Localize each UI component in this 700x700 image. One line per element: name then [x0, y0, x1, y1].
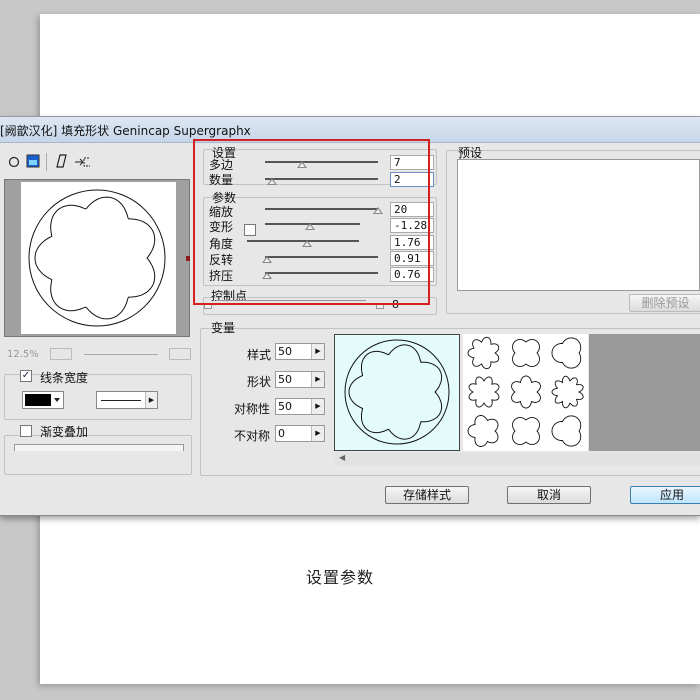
- line-style-preview: [101, 400, 141, 401]
- variation-thumbnail[interactable]: [551, 337, 582, 369]
- gradient-checkbox[interactable]: [20, 425, 32, 437]
- cancel-button[interactable]: 取消: [507, 486, 591, 504]
- gradient-bar[interactable]: [14, 444, 184, 451]
- shape-value: 50: [278, 373, 292, 386]
- variation-label: 变量: [211, 321, 236, 335]
- variation-thumbnail[interactable]: [468, 376, 500, 408]
- symmetry-spinner[interactable]: 50 ▶: [275, 398, 325, 415]
- shape-preview: [21, 182, 176, 334]
- variation-scrollbar[interactable]: ◀: [335, 453, 700, 465]
- symmetry-label: 对称性: [234, 402, 271, 416]
- style-label: 样式: [247, 348, 272, 362]
- resize-handle[interactable]: [186, 256, 190, 261]
- shape-preview-panel: [4, 179, 190, 337]
- line-color-picker[interactable]: [22, 391, 64, 409]
- presets-list[interactable]: [457, 159, 700, 291]
- transform-icon[interactable]: [74, 155, 90, 169]
- zoom-level: 12.5%: [7, 349, 39, 360]
- chevron-right-icon[interactable]: ▶: [311, 344, 324, 359]
- symmetry-value: 50: [278, 400, 292, 413]
- shape-label: 形状: [247, 375, 272, 389]
- shape-icon[interactable]: [53, 154, 69, 168]
- delete-preset-button[interactable]: 删除预设: [629, 294, 700, 312]
- chevron-right-icon: ▶: [145, 392, 157, 408]
- variation-thumbnail[interactable]: [512, 339, 540, 367]
- gradient-label: 渐变叠加: [40, 425, 89, 439]
- variation-thumbnail[interactable]: [511, 375, 541, 409]
- chevron-right-icon[interactable]: ▶: [311, 399, 324, 414]
- variation-thumbnail[interactable]: [512, 417, 540, 445]
- gradient-group: [4, 435, 192, 475]
- zoom-slider[interactable]: [84, 354, 158, 355]
- chevron-right-icon[interactable]: ▶: [311, 372, 324, 387]
- chevron-right-icon[interactable]: ▶: [311, 426, 324, 441]
- variation-thumbnails[interactable]: [463, 334, 588, 451]
- toolbar-divider: [46, 153, 47, 171]
- zoom-in-button[interactable]: [169, 348, 191, 360]
- variation-selected-preview[interactable]: [334, 334, 460, 451]
- fill-shape-dialog: [阙歆汉化] 填充形状 Genincap Supergraphx 12.5% ✓…: [0, 116, 700, 516]
- style-spinner[interactable]: 50 ▶: [275, 343, 325, 360]
- line-color-swatch: [25, 394, 51, 406]
- variation-thumbnail[interactable]: [551, 415, 582, 447]
- variation-thumbnail[interactable]: [467, 336, 500, 370]
- asymmetry-spinner[interactable]: 0 ▶: [275, 425, 325, 442]
- apply-button[interactable]: 应用: [630, 486, 700, 504]
- variation-thumbnail[interactable]: [467, 415, 499, 447]
- circle-icon[interactable]: [6, 155, 22, 169]
- asymmetry-label: 不对称: [234, 429, 271, 443]
- highlight-box: [193, 139, 430, 305]
- shape-spinner[interactable]: 50 ▶: [275, 371, 325, 388]
- chevron-left-icon[interactable]: ◀: [339, 453, 345, 462]
- variation-grid[interactable]: [463, 334, 588, 451]
- caption: 设置参数: [306, 568, 375, 587]
- line-width-checkbox[interactable]: ✓: [20, 370, 32, 382]
- flower-shape-preview: [28, 189, 166, 327]
- line-width-label: 线条宽度: [40, 371, 89, 385]
- line-style-picker[interactable]: ▶: [96, 391, 158, 409]
- variation-empty-area: [589, 334, 700, 451]
- save-style-button[interactable]: 存储样式: [385, 486, 469, 504]
- style-value: 50: [278, 345, 292, 358]
- chevron-down-icon: [54, 398, 60, 402]
- asymmetry-value: 0: [278, 427, 285, 440]
- zoom-out-button[interactable]: [50, 348, 72, 360]
- color-icon[interactable]: [25, 154, 41, 168]
- variation-thumbnail[interactable]: [551, 375, 584, 409]
- window-title: [阙歆汉化] 填充形状 Genincap Supergraphx: [0, 124, 251, 138]
